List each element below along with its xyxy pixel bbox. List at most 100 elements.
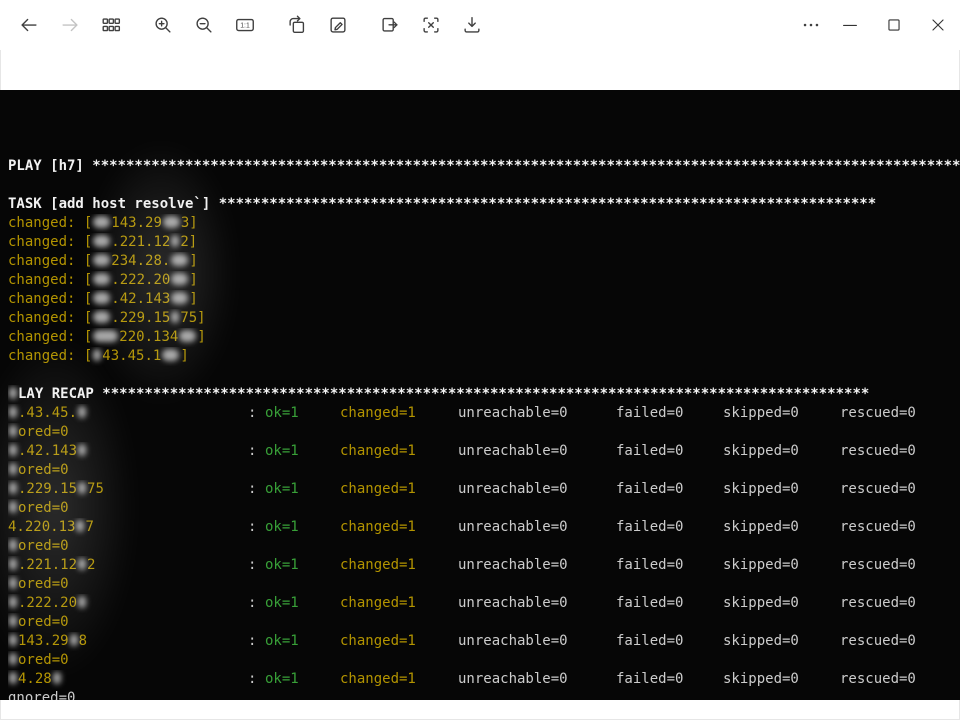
recap-stat-ok: ok=1 <box>265 595 299 611</box>
terminal-text: .222.20 <box>111 272 171 288</box>
terminal-text: changed: [ <box>8 310 93 326</box>
recap-stat-rescued: rescued=0 <box>840 405 916 421</box>
recap-stat-ok: ok=1 <box>265 481 299 497</box>
terminal-text: ored=0 <box>18 424 69 440</box>
terminal-text: 143.29 <box>18 633 69 649</box>
terminal-line: ored=0 <box>8 575 960 594</box>
move-to-button[interactable] <box>375 10 405 40</box>
terminal-text: 43.45.1 <box>102 348 162 364</box>
recap-stat-skipped: skipped=0 <box>723 405 799 421</box>
terminal-line: .42.143: ok=1 changed=1 unreachable=0 faile… <box>8 442 960 461</box>
recap-stat-rescued: rescued=0 <box>840 633 916 649</box>
maximize-icon <box>888 19 900 31</box>
terminal-text: 75] <box>180 310 206 326</box>
window-controls <box>794 0 960 50</box>
terminal-text: ored=0 <box>18 652 69 668</box>
redaction-smudge <box>76 520 85 532</box>
recap-stat-rescued: rescued=0 <box>840 671 916 687</box>
redaction-smudge <box>9 482 17 494</box>
text-extract-button[interactable] <box>416 10 446 40</box>
terminal-text: .229.15 <box>18 481 78 497</box>
terminal-line: changed: [220.134] <box>8 328 960 347</box>
recap-host: .229.15 75 <box>8 480 248 499</box>
redaction-smudge <box>171 311 180 323</box>
recap-stat-ok: ok=1 <box>265 671 299 687</box>
recap-stat-skipped: skipped=0 <box>723 519 799 535</box>
terminal-text: PLAY [h7] ******************************… <box>8 158 960 174</box>
recap-colon: : <box>248 481 265 497</box>
redaction-smudge <box>9 463 17 475</box>
recap-colon: : <box>248 595 265 611</box>
back-icon <box>21 18 37 32</box>
terminal-text: .229.15 <box>111 310 171 326</box>
forward-button[interactable] <box>55 10 85 40</box>
save-button[interactable] <box>457 10 487 40</box>
rotate-button[interactable] <box>282 10 312 40</box>
recap-stat-rescued: rescued=0 <box>840 557 916 573</box>
redaction-smudge <box>93 292 111 304</box>
redaction-smudge <box>162 216 180 228</box>
recap-stat-skipped: skipped=0 <box>723 481 799 497</box>
actual-size-label: 1:1 <box>240 22 250 29</box>
minimize-button[interactable] <box>828 4 872 46</box>
actual-size-icon: 1:1 <box>236 18 254 32</box>
maximize-button[interactable] <box>872 4 916 46</box>
recap-stat-changed: changed=1 <box>340 557 416 573</box>
recap-stat-ok: ok=1 <box>265 519 299 535</box>
actual-size-button[interactable]: 1:1 <box>230 10 260 40</box>
recap-stat-skipped: skipped=0 <box>723 633 799 649</box>
zoom-out-button[interactable] <box>189 10 219 40</box>
terminal-text: .43.45. <box>18 405 78 421</box>
back-button[interactable] <box>14 10 44 40</box>
redaction-smudge <box>9 558 17 570</box>
terminal-text: changed: [ <box>8 253 93 269</box>
terminal-text: 2] <box>180 234 198 250</box>
recap-host: 143.29 8 <box>8 632 248 651</box>
more-options-button[interactable] <box>794 4 828 46</box>
recap-host: .42.143 <box>8 442 248 461</box>
recap-colon: : <box>248 443 265 459</box>
recap-stat-changed: changed=1 <box>340 633 416 649</box>
redaction-smudge <box>93 235 111 247</box>
more-options-icon <box>803 23 819 27</box>
recap-stat-unreachable: unreachable=0 <box>458 671 568 687</box>
terminal-text: ] <box>197 329 206 345</box>
terminal-line: ored=0 <box>8 499 960 518</box>
redaction-smudge <box>78 558 87 570</box>
terminal-text: 234.28. <box>111 253 171 269</box>
recap-stat-failed: failed=0 <box>616 557 684 573</box>
terminal-text: changed: [ <box>8 215 93 231</box>
recap-stat-skipped: skipped=0 <box>723 595 799 611</box>
zoom-in-button[interactable] <box>148 10 178 40</box>
recap-stat-failed: failed=0 <box>616 671 684 687</box>
edit-button[interactable] <box>323 10 353 40</box>
terminal-line: ored=0 <box>8 651 960 670</box>
terminal-line: TASK [add host resolve`] ***************… <box>8 195 960 214</box>
redaction-smudge <box>171 254 189 266</box>
terminal-text: .221.12 <box>111 234 171 250</box>
recap-stat-unreachable: unreachable=0 <box>458 633 568 649</box>
close-button[interactable] <box>916 4 960 46</box>
terminal-text: changed: [ <box>8 348 93 364</box>
redaction-smudge <box>9 387 17 399</box>
terminal-text: .222.20 <box>18 595 78 611</box>
terminal-line: .221.12 2: ok=1 changed=1 unreachable=0 fail… <box>8 556 960 575</box>
gallery-grid-icon <box>102 18 121 32</box>
recap-stat-changed: changed=1 <box>340 481 416 497</box>
terminal-text: changed: [ <box>8 329 93 345</box>
redaction-smudge <box>9 425 17 437</box>
recap-host: 4.220.13 7 <box>8 518 248 537</box>
toolbar: 1:1 <box>0 0 960 50</box>
terminal-line: changed: [.42.143] <box>8 290 960 309</box>
terminal-text: ored=0 <box>18 462 69 478</box>
terminal-line: .43.45.: ok=1 changed=1 unreachable=0 faile… <box>8 404 960 423</box>
recap-stat-unreachable: unreachable=0 <box>458 519 568 535</box>
terminal-line: changed: [ 43.45.1] <box>8 347 960 366</box>
gallery-button[interactable] <box>96 10 126 40</box>
terminal-text: ] <box>180 348 189 364</box>
recap-colon: : <box>248 405 265 421</box>
recap-host: .43.45. <box>8 404 248 423</box>
recap-host: .222.20 <box>8 594 248 613</box>
redaction-smudge <box>171 273 189 285</box>
